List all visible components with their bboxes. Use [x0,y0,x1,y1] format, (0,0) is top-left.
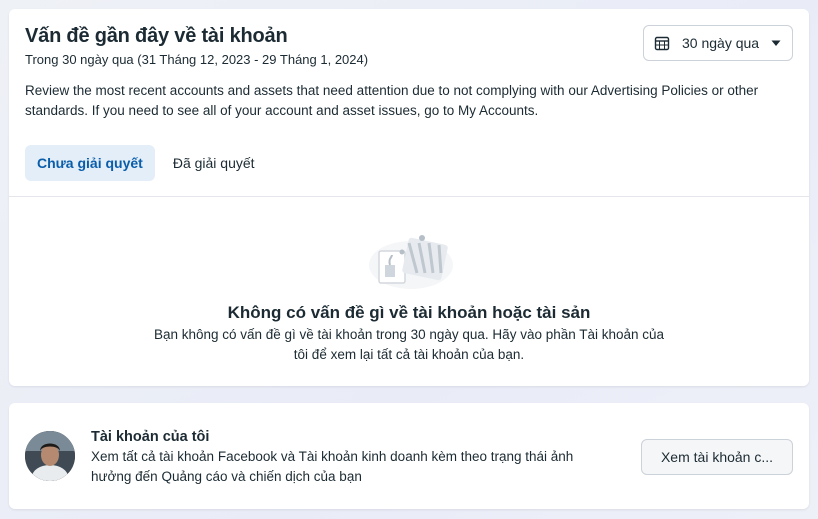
date-range-subtitle: Trong 30 ngày qua (31 Tháng 12, 2023 - 2… [25,52,369,67]
status-tabs: Chưa giải quyết Đã giải quyết [25,145,267,181]
recent-issues-card: Vấn đề gần đây về tài khoản Trong 30 ngà… [9,9,809,386]
calendar-icon [654,36,670,51]
avatar [25,431,75,481]
date-range-dropdown[interactable]: 30 ngày qua [643,25,793,61]
my-accounts-title: Tài khoản của tôi [91,429,210,445]
clipboard-illustration-icon [369,235,453,289]
tab-unresolved[interactable]: Chưa giải quyết [25,145,155,181]
divider [9,196,809,197]
my-accounts-description: Xem tất cả tài khoản Facebook và Tài kho… [91,449,574,484]
caret-down-icon [771,40,781,46]
empty-state-body: Bạn không có vấn đề gì về tài khoản tron… [153,327,665,362]
person-avatar-icon [25,431,75,481]
view-accounts-button[interactable]: Xem tài khoản c... [641,439,793,475]
date-range-label: 30 ngày qua [682,35,760,51]
empty-state-title: Không có vấn đề gì về tài khoản hoặc tài… [227,303,591,322]
issues-description: Review the most recent accounts and asse… [25,83,759,118]
tab-resolved[interactable]: Đã giải quyết [161,145,267,181]
my-accounts-card: Tài khoản của tôi Xem tất cả tài khoản F… [9,403,809,509]
page-title: Vấn đề gần đây về tài khoản [25,25,288,47]
